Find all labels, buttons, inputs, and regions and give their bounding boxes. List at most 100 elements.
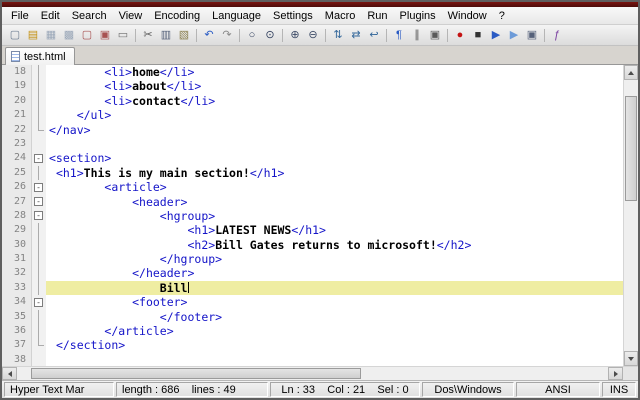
zoom-in-icon[interactable]: ⊕ [286,27,304,44]
indent-guide-icon[interactable]: ∥ [408,27,426,44]
sync-horizontal-scroll-icon[interactable]: ⇄ [347,27,365,44]
run-macro-multiple-icon[interactable]: ▶ [505,27,523,44]
fold-collapse-icon[interactable]: - [34,298,43,307]
fold-collapse-icon[interactable]: - [34,154,43,163]
code-line[interactable]: </footer> [46,310,623,324]
code-line[interactable] [46,137,623,151]
vertical-scrollbar[interactable] [623,65,638,366]
code-line[interactable]: <li>home</li> [46,65,623,79]
menu-plugins[interactable]: Plugins [394,8,442,24]
play-macro-icon[interactable]: ▶ [487,27,505,44]
horizontal-scrollbar[interactable] [2,366,638,380]
function-completion-icon[interactable]: ƒ [548,27,566,44]
show-all-chars-icon[interactable]: ¶ [390,27,408,44]
code-line[interactable]: <h2>Bill Gates returns to microsoft!</h2… [46,238,623,252]
menu-run[interactable]: Run [361,8,393,24]
menu-window[interactable]: Window [442,8,493,24]
undo-icon[interactable]: ↶ [200,27,218,44]
editor-line-36: 36 </article> [2,324,623,338]
record-macro-icon[interactable]: ● [451,27,469,44]
replace-icon[interactable]: ⊙ [261,27,279,44]
line-number: 24 [2,151,32,165]
copy-icon[interactable]: ▥ [157,27,175,44]
menu-settings[interactable]: Settings [267,8,319,24]
fold-margin [32,310,46,324]
fold-collapse-icon[interactable]: - [34,197,43,206]
menu-encoding[interactable]: Encoding [148,8,206,24]
editor-line-23: 23 [2,137,623,151]
save-all-icon[interactable]: ▩ [60,27,78,44]
toolbar-separator [135,29,136,42]
scroll-left-button[interactable] [2,367,17,380]
code-line[interactable]: </header> [46,266,623,280]
close-all-icon[interactable]: ▣ [96,27,114,44]
vertical-scroll-track[interactable] [624,80,638,351]
code-line[interactable]: <h1>This is my main section!</h1> [46,166,623,180]
horizontal-scroll-thumb[interactable] [31,368,361,379]
code-line[interactable] [46,353,623,366]
line-number: 20 [2,94,32,108]
scroll-down-button[interactable] [624,351,638,366]
code-line[interactable]: <section> [46,151,623,165]
paste-icon[interactable]: ▧ [175,27,193,44]
scroll-up-button[interactable] [624,65,638,80]
fold-collapse-icon[interactable]: - [34,183,43,192]
save-icon[interactable]: ▦ [42,27,60,44]
editor-line-35: 35 </footer> [2,310,623,324]
code-line[interactable]: </nav> [46,123,623,137]
word-wrap-icon[interactable]: ↩ [365,27,383,44]
new-file-icon[interactable]: ▢ [6,27,24,44]
editor-line-32: 32 </header> [2,266,623,280]
code-line[interactable]: </ul> [46,108,623,122]
tab-test-html[interactable]: test.html [5,47,75,65]
toolbar: ▢▤▦▩▢▣▭✂▥▧↶↷○⊙⊕⊖⇅⇄↩¶∥▣●■▶▶▣ƒ [2,25,638,46]
print-icon[interactable]: ▭ [114,27,132,44]
code-line[interactable]: <hgroup> [46,209,623,223]
code-line[interactable]: </section> [46,338,623,352]
open-folder-icon[interactable]: ▤ [24,27,42,44]
menu-view[interactable]: View [113,8,149,24]
menu-language[interactable]: Language [206,8,267,24]
cut-icon[interactable]: ✂ [139,27,157,44]
fold-margin: - [32,295,46,309]
fold-guide-line [38,324,39,338]
code-line[interactable]: <li>contact</li> [46,94,623,108]
save-macro-icon[interactable]: ▣ [523,27,541,44]
code-line[interactable]: <header> [46,195,623,209]
editor-line-31: 31 </hgroup> [2,252,623,266]
editor-line-33: 33 Bill [2,281,623,295]
menu-help[interactable]: ? [493,8,511,24]
code-line[interactable]: <article> [46,180,623,194]
fold-guide-line [38,338,39,345]
fold-margin: - [32,195,46,209]
fold-margin [32,238,46,252]
code-line[interactable]: </article> [46,324,623,338]
menu-macro[interactable]: Macro [319,8,362,24]
line-number: 33 [2,281,32,295]
menu-edit[interactable]: Edit [35,8,66,24]
redo-icon[interactable]: ↷ [218,27,236,44]
code-line[interactable]: <h1>LATEST NEWS</h1> [46,223,623,237]
user-defined-dialog-icon[interactable]: ▣ [426,27,444,44]
find-icon[interactable]: ○ [243,27,261,44]
fold-margin [32,137,46,151]
fold-collapse-icon[interactable]: - [34,211,43,220]
scroll-left-icon [8,371,12,377]
horizontal-scroll-track[interactable] [17,367,608,380]
line-number: 37 [2,338,32,352]
fold-margin [32,166,46,180]
line-number: 32 [2,266,32,280]
vertical-scroll-thumb[interactable] [625,96,637,201]
editor-line-27: 27- <header> [2,195,623,209]
code-line[interactable]: </hgroup> [46,252,623,266]
scroll-right-button[interactable] [608,367,623,380]
menu-search[interactable]: Search [66,8,113,24]
zoom-out-icon[interactable]: ⊖ [304,27,322,44]
code-line[interactable]: <footer> [46,295,623,309]
close-file-icon[interactable]: ▢ [78,27,96,44]
stop-macro-icon[interactable]: ■ [469,27,487,44]
code-line[interactable]: Bill [46,281,623,295]
sync-vertical-scroll-icon[interactable]: ⇅ [329,27,347,44]
menu-file[interactable]: File [5,8,35,24]
code-line[interactable]: <li>about</li> [46,79,623,93]
